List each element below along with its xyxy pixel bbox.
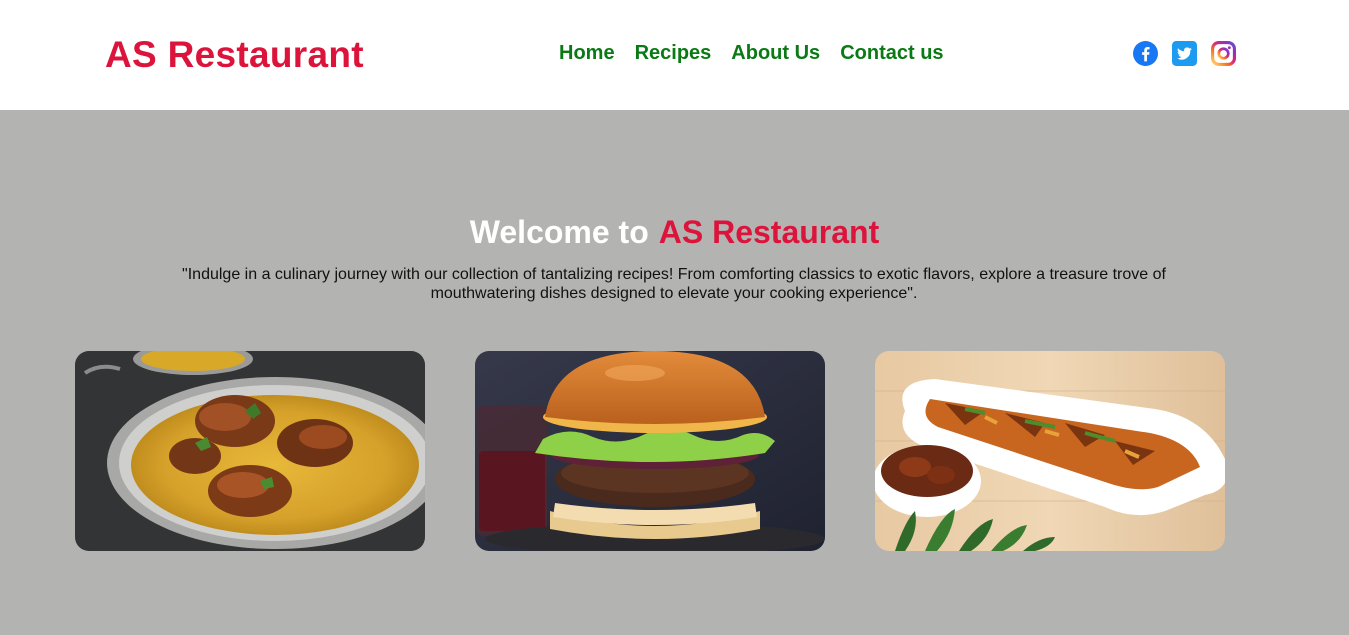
facebook-icon[interactable] [1133, 41, 1158, 66]
nav-home-link[interactable]: Home [559, 42, 615, 65]
nav-recipes-link[interactable]: Recipes [635, 42, 712, 65]
main-nav: Home Recipes About Us Contact us [559, 42, 944, 65]
dish-image-burger[interactable] [475, 351, 825, 551]
social-links [1133, 41, 1236, 66]
instagram-icon[interactable] [1211, 41, 1236, 66]
site-logo[interactable]: AS Restaurant [105, 34, 364, 76]
nav-contact-us-link[interactable]: Contact us [840, 42, 943, 65]
nav-about-us-link[interactable]: About Us [731, 42, 820, 65]
twitter-icon[interactable] [1172, 41, 1197, 66]
dish-image-kottu[interactable] [875, 351, 1225, 551]
hero-title: Welcome to AS Restaurant [0, 214, 1349, 251]
hero-tagline: "Indulge in a culinary journey with our … [182, 266, 1166, 302]
hero-welcome-text: Welcome to [469, 214, 649, 250]
site-header: AS Restaurant Home Recipes About Us Cont… [0, 0, 1349, 110]
dish-image-biryani[interactable] [75, 351, 425, 551]
hero-brand-text: AS Restaurant [658, 214, 880, 250]
